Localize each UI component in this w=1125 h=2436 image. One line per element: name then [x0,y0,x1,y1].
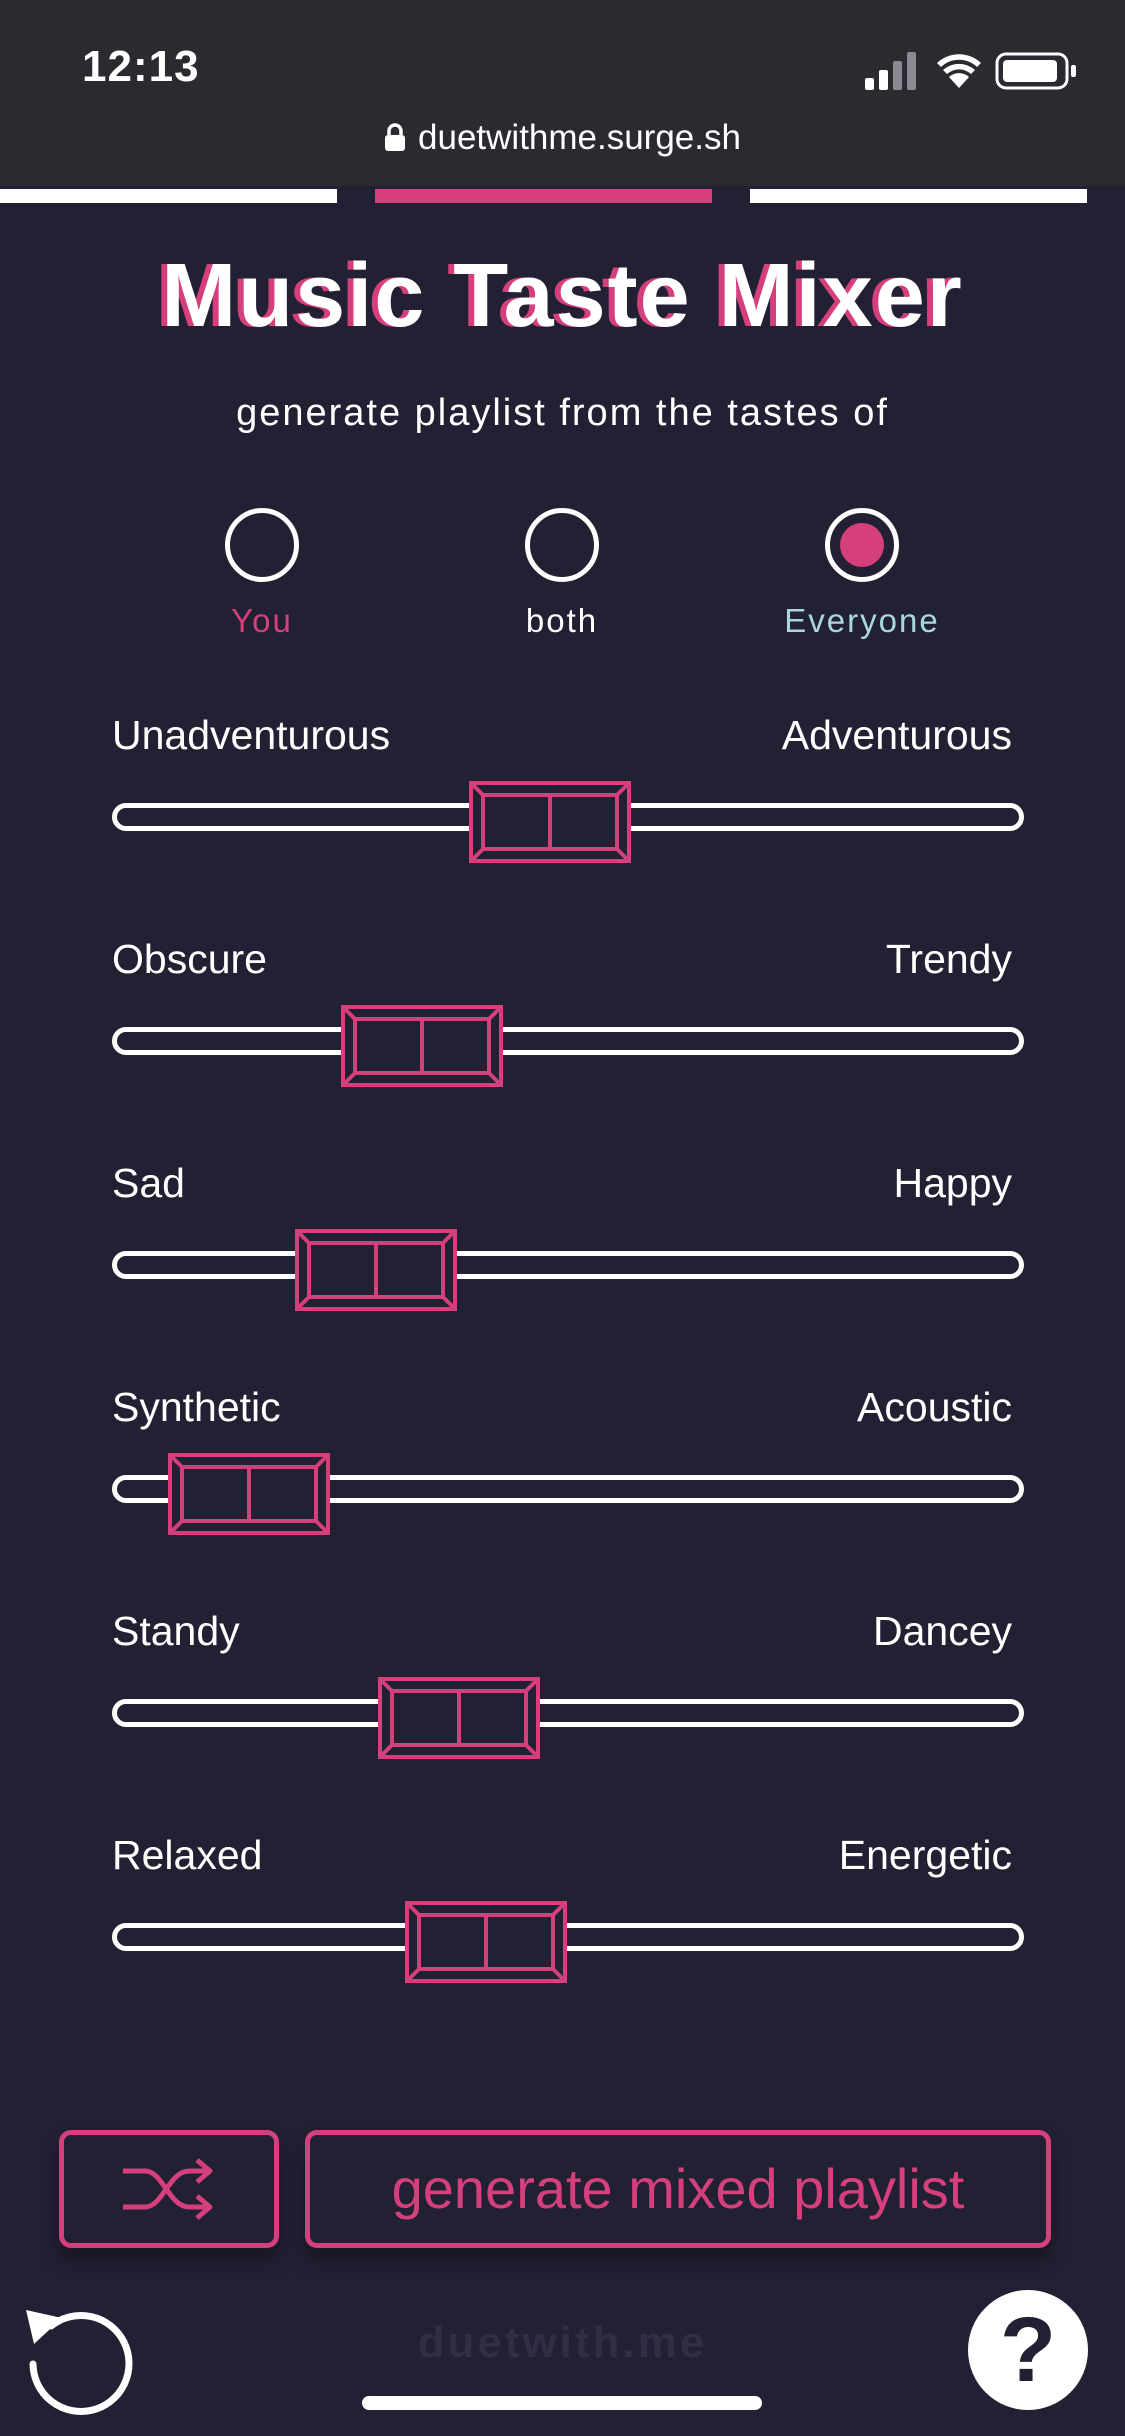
radio-label-you: You [231,602,293,639]
slider-left-label: Sad [112,1160,185,1206]
slider-acousticness: Synthetic Acoustic [112,1384,1024,1535]
slider-track[interactable] [112,1251,1024,1279]
battery-icon [995,52,1076,90]
url-bar[interactable]: duetwithme.surge.sh [0,118,1125,158]
shuffle-icon [123,2158,213,2220]
tab-strip [0,189,1125,204]
slider-thumb[interactable] [405,1901,567,1983]
slider-danceability: Standy Dancey [112,1608,1024,1759]
tab-2[interactable] [375,189,712,203]
page-title: Music Taste Mixer [161,246,964,346]
radio-circle[interactable] [525,508,599,582]
slider-track[interactable] [112,1699,1024,1727]
slider-left-label: Obscure [112,936,267,982]
slider-energy: Relaxed Energetic [112,1832,1024,1983]
radio-label-both: both [525,602,599,639]
slider-left-label: Standy [112,1608,240,1654]
slider-thumb[interactable] [168,1453,330,1535]
taste-source-radio-group: You both Everyone [0,508,1125,640]
slider-thumb[interactable] [341,1005,503,1087]
slider-track[interactable] [112,1923,1024,1951]
footer-brand: duetwith.me [417,2318,708,2367]
slider-adventurousness: Unadventurous Adventurous [112,712,1024,863]
slider-right-label: Energetic [838,1832,1012,1878]
undo-icon [26,2310,133,2415]
tab-3[interactable] [750,189,1087,203]
tab-1[interactable] [0,189,337,203]
page-subtitle: generate playlist from the tastes of [236,392,889,434]
home-indicator [362,2396,762,2410]
slider-right-label: Happy [893,1160,1012,1206]
status-icons [865,52,1076,90]
url-text: duetwithme.surge.sh [418,118,741,157]
slider-thumb[interactable] [295,1229,457,1311]
status-time: 12:13 [82,42,200,91]
slider-thumb[interactable] [469,781,631,863]
radio-selected-dot [840,523,884,567]
signal-icon [865,52,916,90]
generate-playlist-button[interactable]: generate mixed playlist [305,2130,1051,2248]
browser-top-bar: 12:13 duetwithme.surge.sh [0,0,1125,186]
slider-track[interactable] [112,1027,1024,1055]
shuffle-button[interactable] [59,2130,279,2248]
radio-label-everyone: Everyone [784,602,940,639]
slider-left-label: Unadventurous [112,712,391,758]
slider-left-label: Synthetic [112,1384,281,1430]
radio-everyone[interactable]: Everyone [762,508,962,640]
lock-icon [385,123,406,151]
radio-both[interactable]: both [462,508,662,640]
slider-thumb[interactable] [378,1677,540,1759]
undo-button[interactable] [18,2298,136,2416]
slider-popularity: Obscure Trendy [112,936,1024,1087]
slider-right-label: Dancey [872,1608,1012,1654]
radio-circle-selected[interactable] [825,508,899,582]
slider-right-label: Acoustic [857,1384,1012,1430]
page: 12:13 duetwithme.surge.sh Music Taste Mi… [0,0,1125,2436]
wifi-icon [937,54,981,88]
slider-right-label: Trendy [885,936,1012,982]
slider-left-label: Relaxed [112,1832,263,1878]
help-button[interactable]: ? [968,2290,1088,2410]
radio-you[interactable]: You [162,508,362,640]
slider-mood: Sad Happy [112,1160,1024,1311]
slider-right-label: Adventurous [781,712,1012,758]
radio-circle[interactable] [225,508,299,582]
